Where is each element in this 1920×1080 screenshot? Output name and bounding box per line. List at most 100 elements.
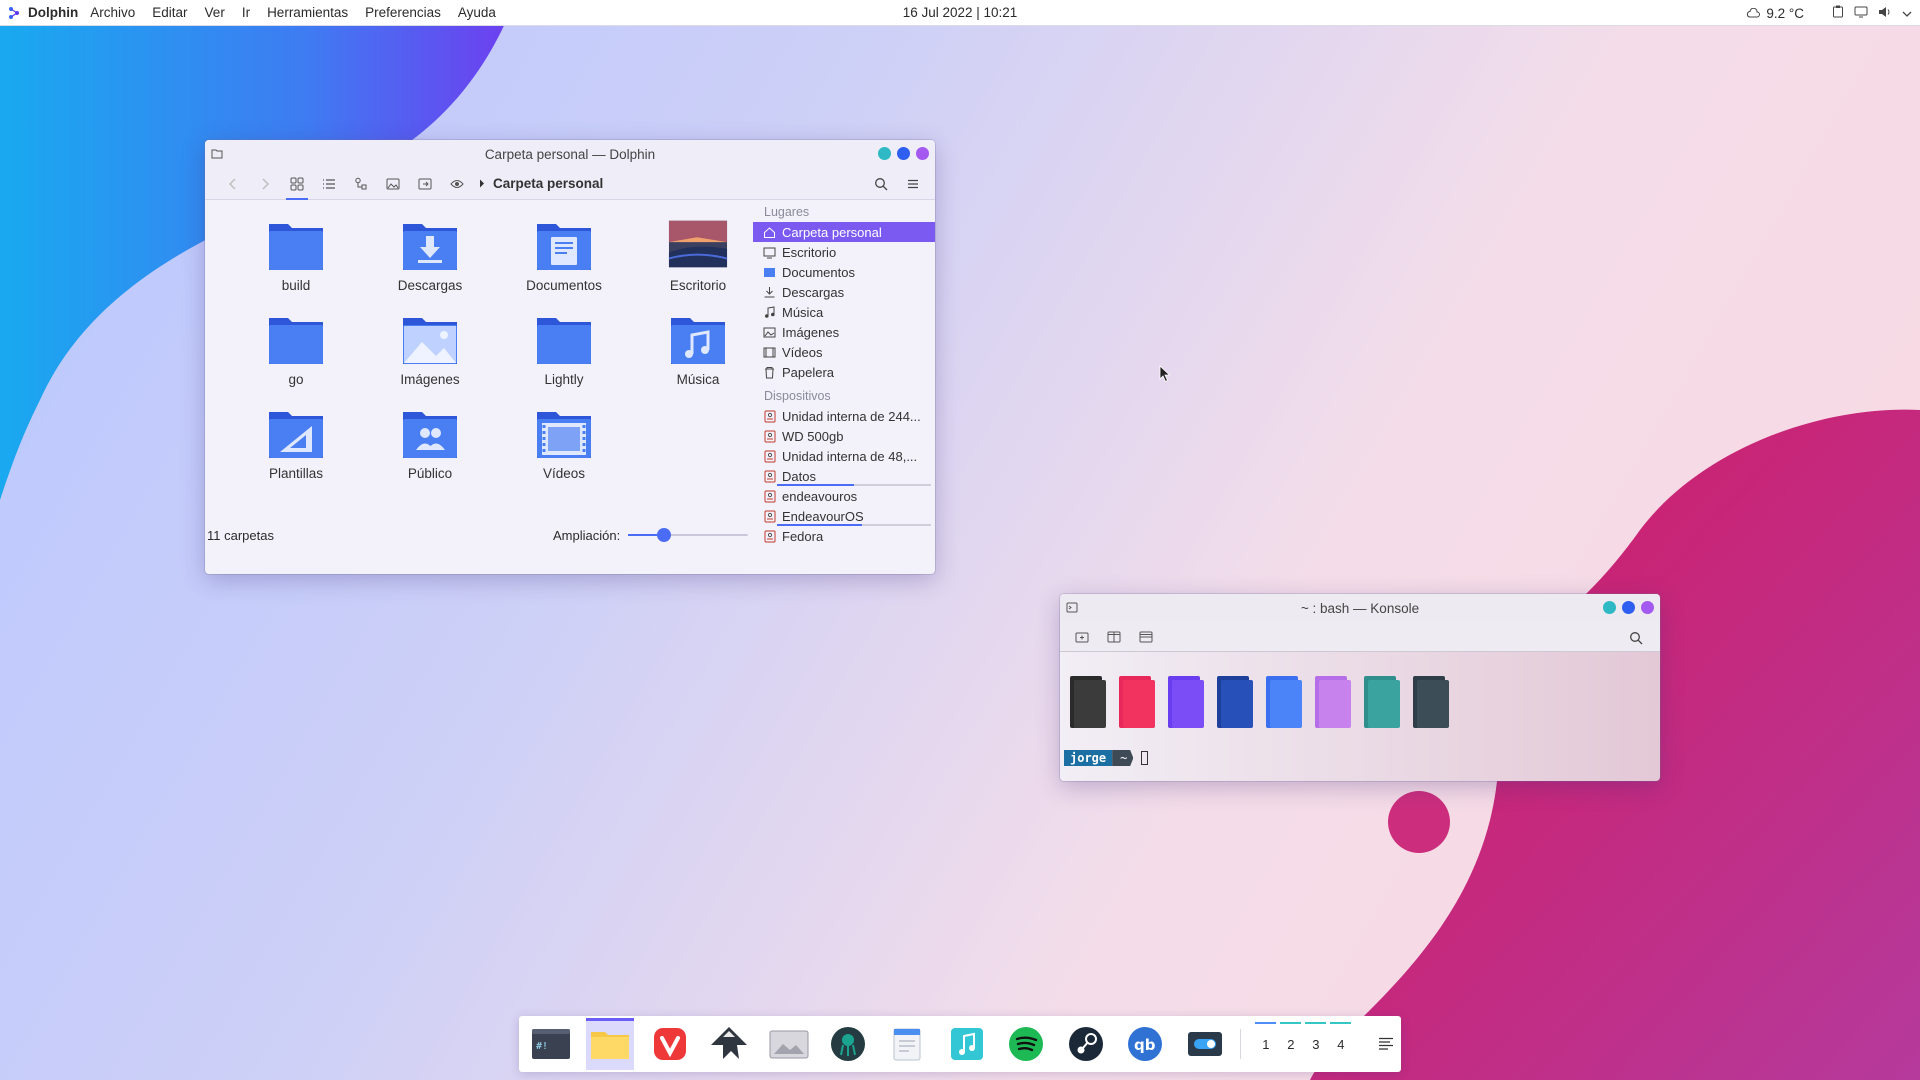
places-item-documentos[interactable]: Documentos: [753, 262, 935, 282]
menu-herramientas[interactable]: Herramientas: [267, 5, 348, 20]
zoom-slider[interactable]: [628, 528, 749, 542]
show-hidden-icon[interactable]: [441, 171, 473, 197]
places-item-papelera[interactable]: Papelera: [753, 362, 935, 382]
volume-icon[interactable]: [1878, 6, 1892, 21]
search-button[interactable]: [1620, 625, 1652, 651]
file-view[interactable]: build Descargas Documentos Escritorio go Imág…: [205, 202, 750, 552]
file-item-vídeos[interactable]: Vídeos: [497, 404, 631, 498]
konsole-launcher[interactable]: #!: [527, 1018, 574, 1070]
file-item-plantillas[interactable]: Plantillas: [229, 404, 363, 498]
menu-ir[interactable]: Ir: [242, 5, 250, 20]
search-button[interactable]: [865, 171, 897, 197]
text-editor-launcher[interactable]: [884, 1018, 931, 1070]
file-item-descargas[interactable]: Descargas: [363, 216, 497, 310]
menu-ver[interactable]: Ver: [205, 5, 225, 20]
icons-view-button[interactable]: [281, 171, 313, 200]
file-item-música[interactable]: Música: [631, 310, 765, 404]
places-item-música[interactable]: Música: [753, 302, 935, 322]
details-view-button[interactable]: [313, 171, 345, 197]
menu-archivo[interactable]: Archivo: [90, 5, 135, 20]
tree-view-button[interactable]: [345, 171, 377, 197]
menu-editar[interactable]: Editar: [152, 5, 187, 20]
spotify-launcher[interactable]: [1003, 1018, 1050, 1070]
chevron-down-icon[interactable]: [1902, 6, 1912, 21]
spotify-icon: [1009, 1027, 1044, 1061]
split-horizontal-button[interactable]: [1130, 624, 1162, 650]
places-item-escritorio[interactable]: Escritorio: [753, 242, 935, 262]
dock-separator: [1240, 1029, 1242, 1059]
documents-icon: [763, 266, 776, 279]
steam-launcher[interactable]: [1062, 1018, 1109, 1070]
new-tab-button[interactable]: [1066, 624, 1098, 650]
file-item-imágenes[interactable]: Imágenes: [363, 310, 497, 404]
music-player-launcher[interactable]: [943, 1018, 990, 1070]
text-editor-icon: [893, 1028, 921, 1061]
dolphin-launcher[interactable]: [586, 1018, 635, 1070]
breadcrumb[interactable]: Carpeta personal: [479, 176, 603, 191]
device-item[interactable]: EndeavourOS: [753, 506, 935, 526]
text-cursor: [1141, 751, 1149, 765]
folder-documents-icon: [534, 216, 594, 272]
back-button[interactable]: [217, 171, 249, 197]
desktop-2-button[interactable]: 2: [1278, 1018, 1303, 1070]
folder-pictures-icon: [400, 310, 460, 366]
menu-preferencias[interactable]: Preferencias: [365, 5, 441, 20]
places-item-vídeos[interactable]: Vídeos: [753, 342, 935, 362]
maximize-button[interactable]: [897, 147, 910, 160]
drive-icon: [763, 510, 776, 523]
shell-prompt[interactable]: jorge ~: [1064, 750, 1149, 766]
hamburger-menu-button[interactable]: [897, 171, 929, 197]
device-item[interactable]: WD 500gb: [753, 426, 935, 446]
file-item-escritorio[interactable]: Escritorio: [631, 216, 765, 310]
music-icon: [763, 305, 776, 319]
gitkraken-launcher[interactable]: [824, 1018, 871, 1070]
file-item-público[interactable]: Público: [363, 404, 497, 498]
file-label: Escritorio: [669, 278, 727, 293]
desktop-3-button[interactable]: 3: [1303, 1018, 1328, 1070]
device-item[interactable]: Unidad interna de 244...: [753, 406, 935, 426]
file-item-build[interactable]: build: [229, 216, 363, 310]
drive-icon: [763, 470, 776, 483]
weather-widget[interactable]: 9.2 °C: [1746, 6, 1804, 21]
close-button[interactable]: [1641, 601, 1654, 614]
file-item-documentos[interactable]: Documentos: [497, 216, 631, 310]
preview-button[interactable]: [377, 171, 409, 197]
device-item[interactable]: endeavouros: [753, 486, 935, 506]
konsole-titlebar[interactable]: ~ : bash — Konsole: [1060, 594, 1660, 622]
dolphin-titlebar[interactable]: Carpeta personal — Dolphin: [205, 140, 935, 168]
display-icon[interactable]: [1854, 6, 1868, 21]
menu-ayuda[interactable]: Ayuda: [458, 5, 496, 20]
places-item-imágenes[interactable]: Imágenes: [753, 322, 935, 342]
device-item[interactable]: Fedora: [753, 526, 935, 546]
device-item[interactable]: Unidad interna de 48,...: [753, 446, 935, 466]
app-name[interactable]: Dolphin: [28, 5, 78, 20]
desktop-1-button[interactable]: 1: [1253, 1018, 1278, 1070]
places-item-carpeta-personal[interactable]: Carpeta personal: [753, 222, 935, 242]
file-item-lightly[interactable]: Lightly: [497, 310, 631, 404]
close-button[interactable]: [916, 147, 929, 160]
image-viewer-launcher[interactable]: [765, 1018, 812, 1070]
clipboard-icon[interactable]: [1832, 5, 1844, 21]
split-view-button[interactable]: [409, 171, 441, 197]
maximize-button[interactable]: [1622, 601, 1635, 614]
split-vertical-button[interactable]: [1098, 624, 1130, 650]
konsole-window: ~ : bash — Konsole jorge ~: [1060, 594, 1660, 781]
file-label: Vídeos: [542, 466, 586, 481]
app-menu-button[interactable]: [1371, 1018, 1401, 1070]
dolphin-toolbar: Carpeta personal: [205, 168, 935, 200]
vivaldi-launcher[interactable]: [646, 1018, 693, 1070]
device-item[interactable]: Datos: [753, 466, 935, 486]
desktop-4-button[interactable]: 4: [1328, 1018, 1353, 1070]
settings-launcher[interactable]: [1181, 1018, 1228, 1070]
places-item-descargas[interactable]: Descargas: [753, 282, 935, 302]
file-item-go[interactable]: go: [229, 310, 363, 404]
forward-button[interactable]: [249, 171, 281, 197]
zoom-slider-handle[interactable]: [657, 528, 672, 542]
qbittorrent-launcher[interactable]: qb: [1122, 1018, 1169, 1070]
minimize-button[interactable]: [878, 147, 891, 160]
inkscape-launcher[interactable]: [705, 1018, 752, 1070]
breadcrumb-current[interactable]: Carpeta personal: [493, 176, 603, 191]
device-label: endeavouros: [782, 488, 858, 504]
minimize-button[interactable]: [1603, 601, 1616, 614]
kde-logo-icon[interactable]: [0, 0, 28, 26]
